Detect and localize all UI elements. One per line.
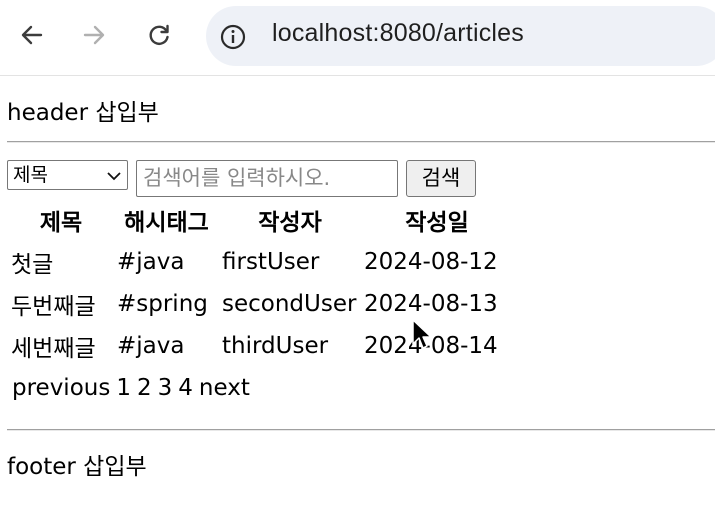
back-arrow-icon: [21, 25, 43, 45]
pagination-page-2[interactable]: 2: [137, 375, 152, 401]
pagination-next[interactable]: next: [199, 375, 250, 401]
table-row[interactable]: 세번째글 #java thirdUser 2024-08-14: [9, 326, 512, 366]
pagination-page-3[interactable]: 3: [158, 375, 173, 401]
article-author: thirdUser: [222, 333, 329, 359]
footer-divider: [7, 429, 715, 431]
table-header-row: 제목 해시태그 작성자 작성일: [9, 199, 512, 240]
table-row[interactable]: 첫글 #java firstUser 2024-08-12: [9, 242, 512, 282]
pagination: previous 1 2 3 4 next: [12, 375, 256, 401]
search-type-value: 제목: [13, 164, 48, 186]
search-button[interactable]: 검색: [406, 160, 476, 197]
footer-text: footer 삽입부: [7, 454, 147, 480]
article-date: 2024-08-14: [364, 333, 498, 359]
article-title[interactable]: 두번째글: [9, 284, 113, 324]
back-button[interactable]: [14, 17, 50, 53]
info-icon[interactable]: [218, 22, 248, 52]
column-header-author: 작성자: [258, 209, 322, 236]
pagination-previous[interactable]: previous: [12, 375, 110, 401]
article-date: 2024-08-13: [364, 291, 498, 317]
forward-arrow-icon: [83, 25, 105, 45]
column-header-date: 작성일: [405, 209, 469, 236]
header-divider: [7, 141, 715, 143]
column-header-hashtag: 해시태그: [124, 209, 209, 236]
header-text: header 삽입부: [7, 100, 159, 126]
search-input[interactable]: 검색어를 입력하시오.: [136, 160, 398, 197]
reload-icon: [149, 24, 169, 45]
reload-button[interactable]: [141, 17, 177, 53]
article-hashtag: #java: [117, 249, 185, 275]
article-title[interactable]: 첫글: [9, 242, 113, 282]
chevron-down-icon: [107, 172, 121, 181]
forward-button[interactable]: [76, 17, 112, 53]
pagination-page-1[interactable]: 1: [116, 375, 131, 401]
article-hashtag: #spring: [117, 291, 208, 317]
article-author: firstUser: [222, 249, 320, 275]
mouse-cursor-icon: [412, 319, 432, 349]
article-author: secondUser: [222, 291, 357, 317]
table-row[interactable]: 두번째글 #spring secondUser 2024-08-13: [9, 284, 512, 324]
pagination-page-4[interactable]: 4: [178, 375, 193, 401]
article-title[interactable]: 세번째글: [9, 326, 113, 366]
article-date: 2024-08-12: [364, 249, 498, 275]
articles-table: 제목 해시태그 작성자 작성일 첫글 #java firstUser 2024-…: [7, 197, 514, 368]
url-text[interactable]: localhost:8080/articles: [272, 19, 524, 48]
article-hashtag: #java: [117, 333, 185, 359]
search-type-select[interactable]: 제목: [7, 160, 128, 190]
column-header-title: 제목: [39, 209, 83, 236]
browser-toolbar: localhost:8080/articles: [0, 0, 715, 76]
